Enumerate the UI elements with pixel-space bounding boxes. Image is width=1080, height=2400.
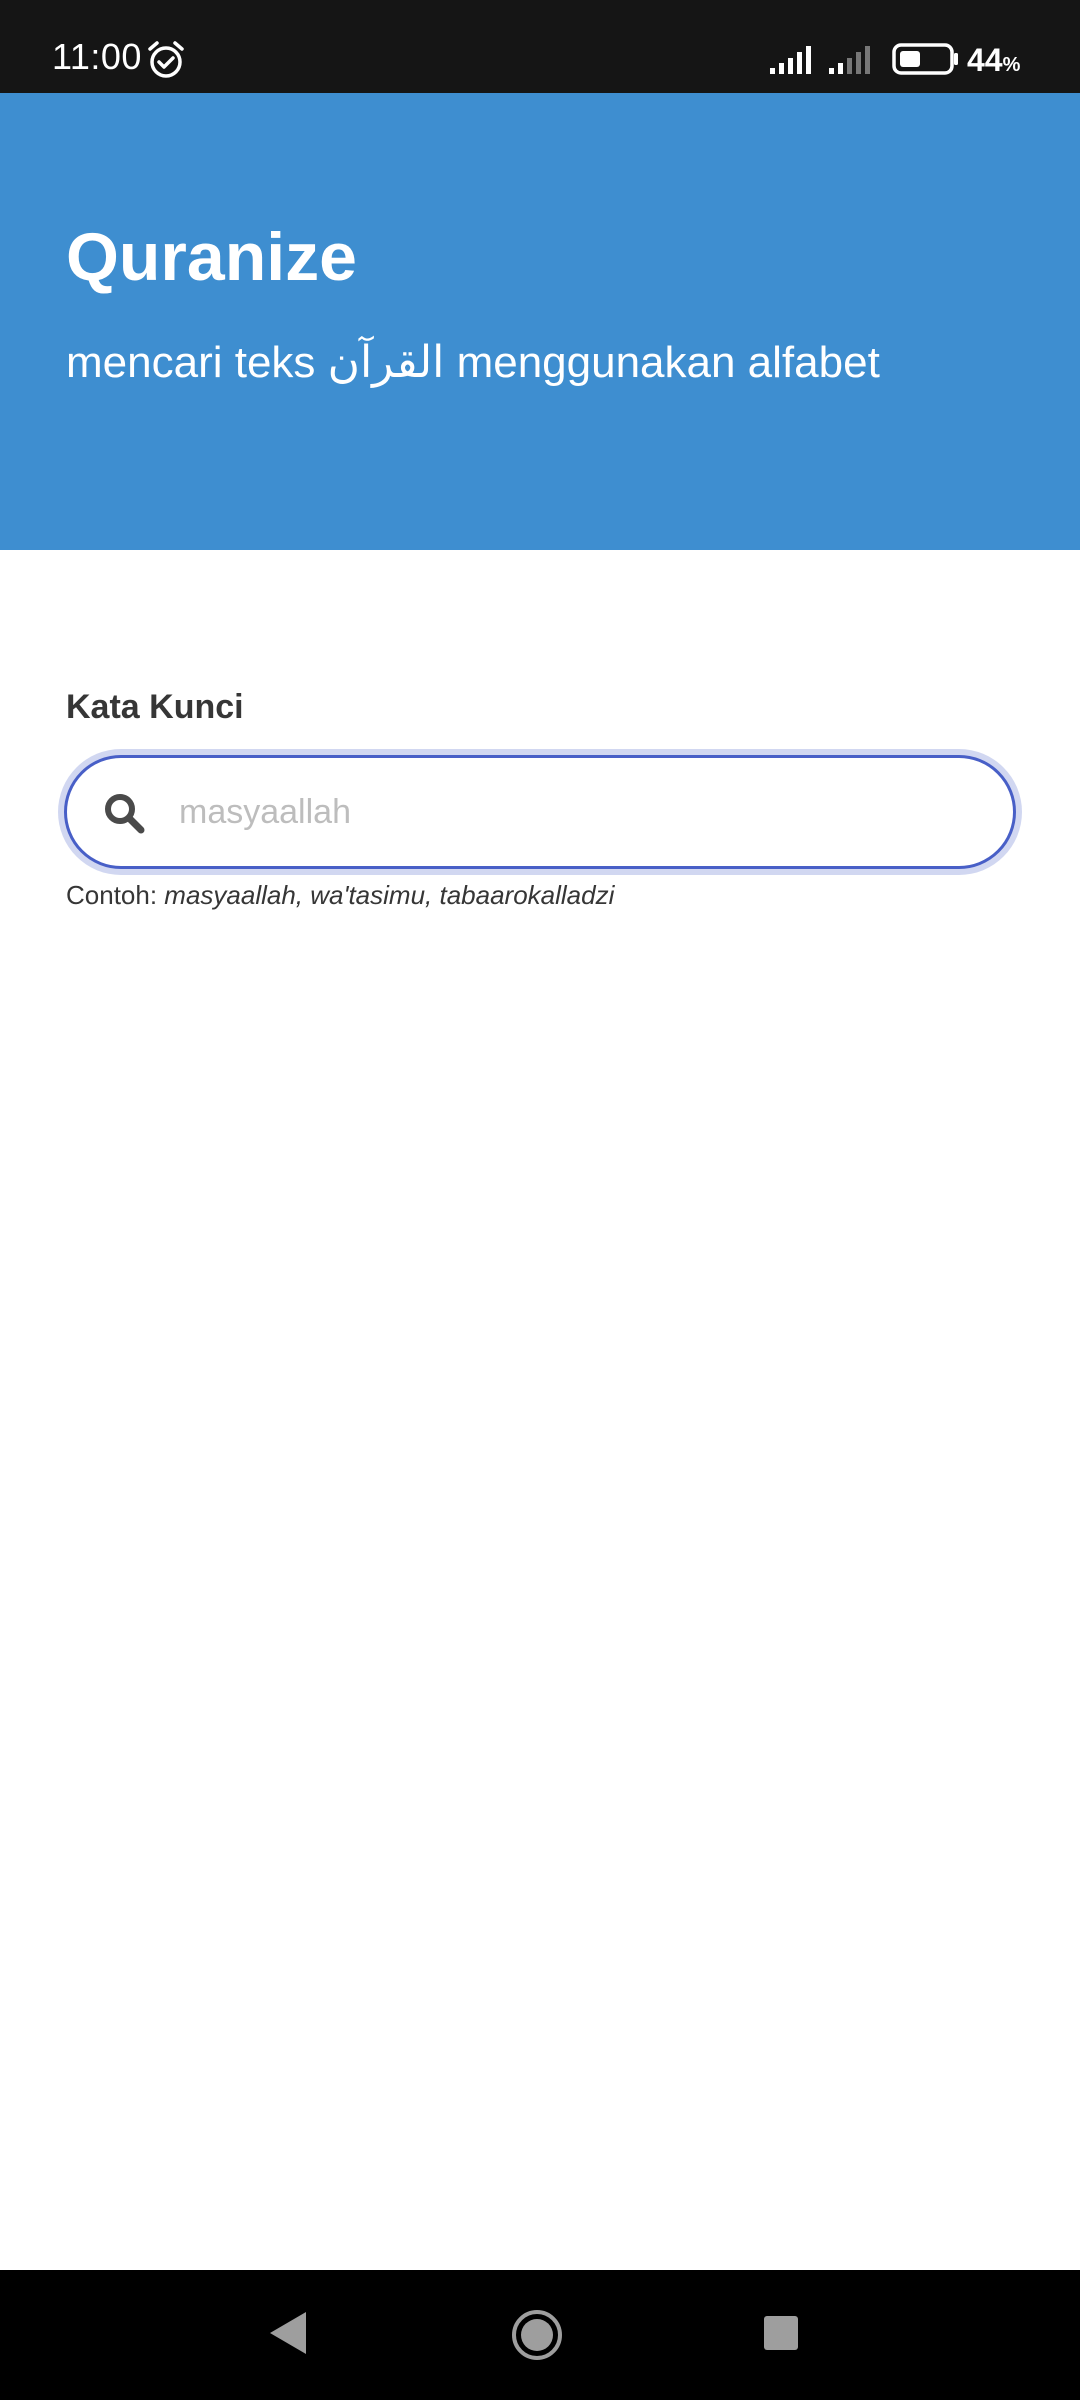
search-label: Kata Kunci — [66, 688, 244, 726]
navigation-bar — [0, 2270, 1080, 2400]
battery-percent: 44% — [967, 42, 1021, 78]
page-title: Quranize — [66, 219, 357, 295]
recents-icon[interactable] — [764, 2316, 798, 2350]
search-field[interactable] — [64, 755, 1016, 869]
search-input[interactable] — [177, 774, 977, 850]
search-icon — [105, 794, 145, 834]
help-prefix: Contoh: — [66, 880, 165, 910]
help-text: Contoh: masyaallah, wa'tasimu, tabaaroka… — [66, 880, 614, 911]
page-subtitle: mencari teks القرآن menggunakan alfabet — [66, 338, 880, 387]
signal-icon — [829, 46, 870, 74]
help-examples: masyaallah, wa'tasimu, tabaarokalladzi — [164, 880, 615, 910]
status-time: 11:00 — [52, 36, 142, 77]
signal-icon — [770, 46, 811, 74]
home-icon[interactable] — [510, 2308, 564, 2362]
status-bar: 11:00 44% — [0, 0, 1080, 93]
battery-icon — [892, 43, 958, 75]
alarm-icon — [148, 41, 184, 78]
back-icon[interactable] — [268, 2310, 308, 2356]
header-hero: Quranize mencari teks القرآن menggunakan… — [0, 93, 1080, 550]
